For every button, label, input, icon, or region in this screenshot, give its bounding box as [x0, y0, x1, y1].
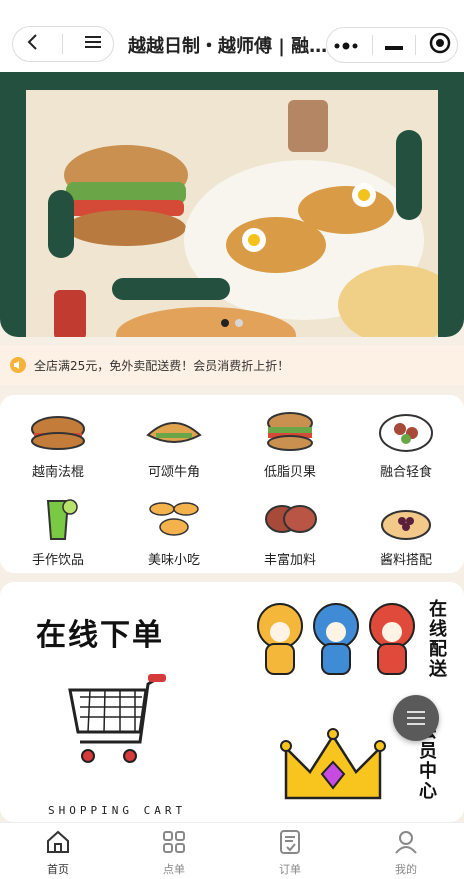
- carousel-dots: [0, 319, 464, 327]
- notice-text: 全店满25元，免外卖配送费！会员消费折上折！: [34, 358, 290, 373]
- drink-icon: [46, 499, 78, 540]
- category-snack[interactable]: 美味小吃: [124, 487, 224, 568]
- shopping-cart-icon: [68, 674, 166, 763]
- tab-home[interactable]: 首页: [0, 823, 116, 879]
- category-salad[interactable]: 融合轻食: [356, 399, 456, 480]
- speaker-icon: [10, 357, 26, 373]
- tab-label: 点单: [163, 863, 185, 876]
- crown-icon: [280, 728, 386, 800]
- croissant-icon: [146, 422, 202, 443]
- category-grid: 越南法棍 可颂牛角 低脂贝果 融合轻食 手作饮品 美味小吃 丰富加料 酱料搭配: [0, 395, 464, 573]
- more-icon[interactable]: [333, 36, 359, 55]
- menu-icon[interactable]: [83, 32, 103, 56]
- meat-icon: [265, 505, 317, 533]
- carousel-dot[interactable]: [235, 319, 243, 327]
- menu-icon: [407, 711, 425, 725]
- close-icon[interactable]: [429, 32, 451, 58]
- tab-profile[interactable]: 我的: [348, 823, 464, 879]
- capsule-divider: [415, 35, 417, 55]
- delivery-label: 在线配送: [429, 599, 447, 680]
- nav-capsule: [12, 26, 114, 62]
- back-icon[interactable]: [23, 32, 43, 56]
- category-label: 低脂贝果: [263, 465, 316, 480]
- category-label: 越南法棍: [31, 465, 84, 480]
- category-label: 融合轻食: [379, 465, 432, 480]
- category-topping[interactable]: 丰富加料: [240, 487, 340, 568]
- snack-icon: [149, 502, 199, 536]
- baguette-icon: [31, 416, 85, 450]
- page-title: 越越日制・越师傅 | 融...: [128, 36, 328, 57]
- promo-section: 在线下单 SHOPPING CART 在线配送 员 中 心: [0, 582, 464, 822]
- grid-icon: [163, 831, 185, 853]
- user-icon: [395, 831, 417, 854]
- tab-label: 我的: [395, 863, 417, 876]
- order-icon: [280, 830, 300, 854]
- tab-label: 订单: [279, 863, 301, 876]
- category-baguette[interactable]: 越南法棍: [8, 399, 108, 480]
- top-bar: 越越日制・越师傅 | 融...: [0, 0, 464, 72]
- minimize-icon[interactable]: [384, 36, 403, 55]
- category-bagel[interactable]: 低脂贝果: [240, 399, 340, 480]
- sauce-icon: [381, 510, 431, 540]
- category-label: 美味小吃: [147, 553, 200, 568]
- bagel-icon: [267, 412, 313, 451]
- category-label: 丰富加料: [263, 553, 316, 568]
- category-sauce[interactable]: 酱料搭配: [356, 487, 456, 568]
- tab-bar: 首页 点单 订单 我的: [0, 822, 464, 879]
- category-label: 可颂牛角: [147, 465, 200, 480]
- tab-order-menu[interactable]: 点单: [116, 823, 232, 879]
- category-croissant[interactable]: 可颂牛角: [124, 399, 224, 480]
- delivery-card[interactable]: 在线配送: [240, 582, 464, 702]
- banner-image: [26, 90, 458, 337]
- online-order-title: 在线下单: [36, 618, 164, 653]
- online-order-card[interactable]: 在线下单 SHOPPING CART: [0, 582, 232, 822]
- tab-label: 首页: [47, 863, 69, 876]
- notice-bar: 全店满25元，免外卖配送费！会员消费折上折！: [0, 345, 464, 385]
- category-label: 酱料搭配: [379, 553, 432, 568]
- capsule-divider: [62, 34, 64, 54]
- miniprogram-capsule: [326, 27, 458, 63]
- category-drink[interactable]: 手作饮品: [8, 487, 108, 568]
- capsule-divider: [371, 35, 373, 55]
- floating-menu-button[interactable]: [393, 695, 439, 741]
- shopping-cart-caption: SHOPPING CART: [48, 804, 187, 817]
- tab-orders[interactable]: 订单: [232, 823, 348, 879]
- carousel-dot[interactable]: [221, 319, 229, 327]
- home-icon: [47, 830, 69, 853]
- banner-carousel[interactable]: [0, 72, 464, 337]
- category-label: 手作饮品: [31, 553, 84, 568]
- delivery-riders-icon: [257, 603, 415, 675]
- salad-icon: [379, 414, 433, 452]
